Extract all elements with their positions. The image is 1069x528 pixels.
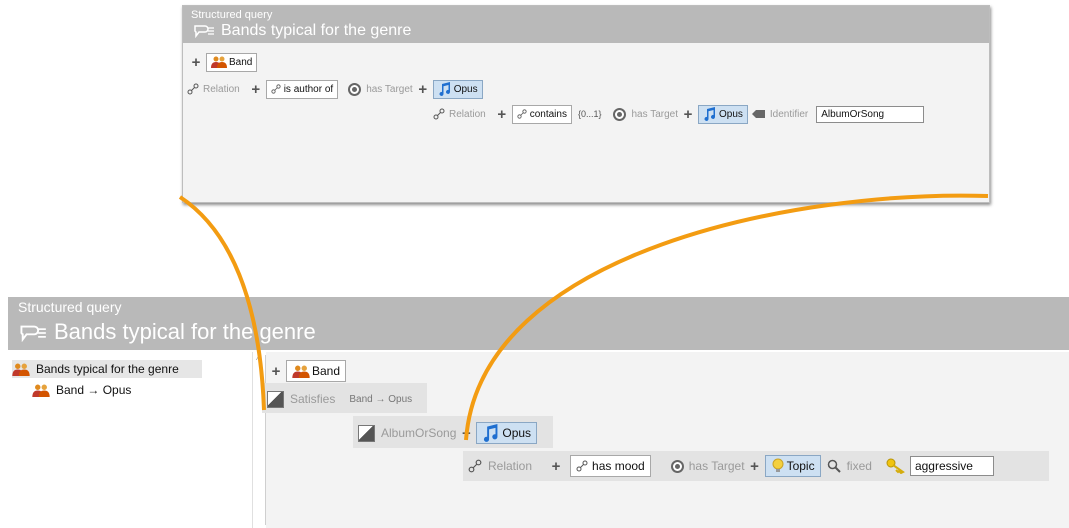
connector-curves xyxy=(178,193,989,441)
curve-band-connector xyxy=(178,195,266,411)
curve-opus-connector xyxy=(464,193,989,441)
